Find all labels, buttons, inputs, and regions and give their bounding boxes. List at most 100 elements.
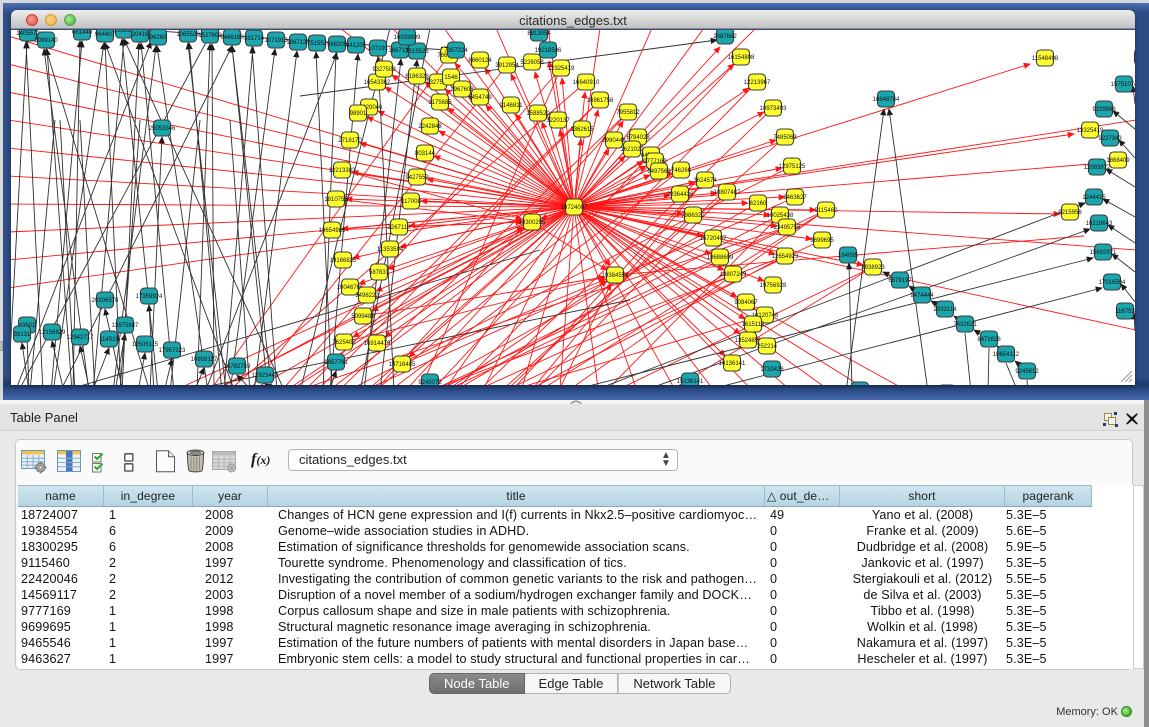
svg-text:9245072: 9245072 <box>418 380 442 385</box>
svg-text:12213967: 12213967 <box>744 80 771 86</box>
svg-text:9227343: 9227343 <box>1098 136 1122 142</box>
svg-text:9327509: 9327509 <box>372 67 396 73</box>
svg-text:2933114: 2933114 <box>934 307 958 313</box>
svg-text:117008: 117008 <box>401 199 421 205</box>
svg-text:10807487: 10807487 <box>714 190 741 196</box>
svg-text:5099489: 5099489 <box>351 314 375 320</box>
svg-text:10025438: 10025438 <box>767 213 794 219</box>
svg-text:12923448: 12923448 <box>252 373 279 379</box>
svg-text:19654985: 19654985 <box>319 228 346 234</box>
svg-text:3267110: 3267110 <box>388 225 412 231</box>
svg-text:19218506: 19218506 <box>535 48 562 54</box>
svg-text:1527602: 1527602 <box>198 33 222 39</box>
svg-text:16914479: 16914479 <box>364 341 391 347</box>
svg-text:3175685: 3175685 <box>428 100 452 106</box>
svg-text:7625402: 7625402 <box>332 340 356 346</box>
svg-text:3912954: 3912954 <box>495 63 519 69</box>
svg-text:98901: 98901 <box>350 111 367 117</box>
svg-text:25053346: 25053346 <box>149 126 176 132</box>
svg-text:968205: 968205 <box>327 42 348 48</box>
svg-text:12093872: 12093872 <box>1084 165 1111 171</box>
svg-text:746266: 746266 <box>671 168 692 174</box>
svg-text:16640910: 16640910 <box>573 80 600 86</box>
svg-text:1405572: 1405572 <box>16 31 40 37</box>
svg-text:19384554: 19384554 <box>602 273 629 279</box>
svg-text:12942717: 12942717 <box>67 335 94 341</box>
svg-text:8471626: 8471626 <box>977 337 1001 343</box>
svg-text:9857791: 9857791 <box>324 360 348 366</box>
svg-text:8990448: 8990448 <box>602 138 626 144</box>
svg-text:19166825: 19166825 <box>330 258 357 264</box>
svg-text:7357224: 7357224 <box>444 48 468 54</box>
svg-text:20416: 20416 <box>132 32 149 38</box>
svg-text:11353594: 11353594 <box>377 247 404 253</box>
svg-text:15720407: 15720407 <box>700 236 727 242</box>
svg-text:1733426: 1733426 <box>760 367 784 373</box>
svg-text:9245612: 9245612 <box>1015 369 1039 375</box>
svg-text:9329966: 9329966 <box>1092 107 1116 113</box>
svg-text:17359924: 17359924 <box>136 294 163 300</box>
svg-text:7632621: 7632621 <box>953 322 977 328</box>
svg-text:9084067: 9084067 <box>734 300 758 306</box>
svg-text:12156829: 12156829 <box>39 330 66 336</box>
svg-text:10958127: 10958127 <box>191 357 218 363</box>
svg-text:16210643: 16210643 <box>1086 221 1113 227</box>
svg-text:252214: 252214 <box>757 344 778 350</box>
svg-text:9146811: 9146811 <box>500 103 524 109</box>
svg-text:331714: 331714 <box>244 36 265 42</box>
svg-text:9474444: 9474444 <box>910 293 934 299</box>
svg-text:6794028: 6794028 <box>626 135 650 141</box>
svg-text:12325419: 12325419 <box>548 66 575 72</box>
svg-text:1244415: 1244415 <box>1082 195 1106 201</box>
svg-text:12975125: 12975125 <box>779 164 806 170</box>
svg-text:8454749: 8454749 <box>468 95 492 101</box>
svg-text:12505115: 12505115 <box>132 342 159 348</box>
svg-text:16782759: 16782759 <box>224 364 251 370</box>
svg-text:1588520: 1588520 <box>526 111 550 117</box>
svg-text:13325419: 13325419 <box>1077 128 1104 134</box>
svg-text:16543362: 16543362 <box>364 80 391 86</box>
svg-text:6879197: 6879197 <box>888 278 912 284</box>
svg-text:9215956: 9215956 <box>1058 210 1082 216</box>
svg-text:8938923: 8938923 <box>861 265 885 271</box>
svg-text:1065526: 1065526 <box>176 32 200 38</box>
svg-text:18807249: 18807249 <box>720 272 747 278</box>
svg-text:23495756: 23495756 <box>774 225 801 231</box>
svg-text:6497568: 6497568 <box>647 169 671 175</box>
svg-text:751552: 751552 <box>307 41 328 47</box>
svg-text:116753: 116753 <box>1115 309 1135 315</box>
svg-text:17016504: 17016504 <box>1099 280 1126 286</box>
svg-text:96260: 96260 <box>150 35 167 41</box>
svg-text:164095: 164095 <box>838 253 859 259</box>
svg-text:2967608: 2967608 <box>450 87 474 93</box>
svg-text:587831: 587831 <box>369 270 390 276</box>
svg-text:18724007: 18724007 <box>561 205 588 211</box>
svg-text:3220137: 3220137 <box>546 118 570 124</box>
svg-text:6466160: 6466160 <box>220 35 244 41</box>
svg-text:16154808: 16154808 <box>728 55 755 61</box>
svg-text:9699695: 9699695 <box>810 238 834 244</box>
svg-text:20364436: 20364436 <box>667 192 694 198</box>
svg-text:9427552: 9427552 <box>405 175 429 181</box>
svg-text:14136141: 14136141 <box>719 361 746 367</box>
svg-text:2087682: 2087682 <box>713 34 737 40</box>
svg-text:9463627: 9463627 <box>783 195 807 201</box>
svg-text:19756928: 19756928 <box>760 283 787 289</box>
svg-text:15692971: 15692971 <box>1090 250 1117 256</box>
svg-text:10688609: 10688609 <box>707 255 734 261</box>
svg-text:11548498: 11548498 <box>1032 56 1059 62</box>
svg-text:3624574: 3624574 <box>693 178 717 184</box>
svg-text:9115460: 9115460 <box>815 208 839 214</box>
svg-text:16961758: 16961758 <box>587 98 614 104</box>
svg-text:2099140: 2099140 <box>34 38 58 44</box>
svg-text:10973493: 10973493 <box>760 106 787 112</box>
svg-text:3498222: 3498222 <box>355 293 379 299</box>
svg-text:10654112: 10654112 <box>993 352 1020 358</box>
svg-text:15751074: 15751074 <box>1111 82 1135 88</box>
svg-text:1071913: 1071913 <box>264 38 288 44</box>
svg-text:8660124: 8660124 <box>468 58 492 64</box>
svg-text:12213383: 12213383 <box>329 168 356 174</box>
svg-text:1546: 1546 <box>444 75 458 81</box>
svg-text:12654923: 12654923 <box>772 254 799 260</box>
svg-text:17957223: 17957223 <box>159 348 186 354</box>
